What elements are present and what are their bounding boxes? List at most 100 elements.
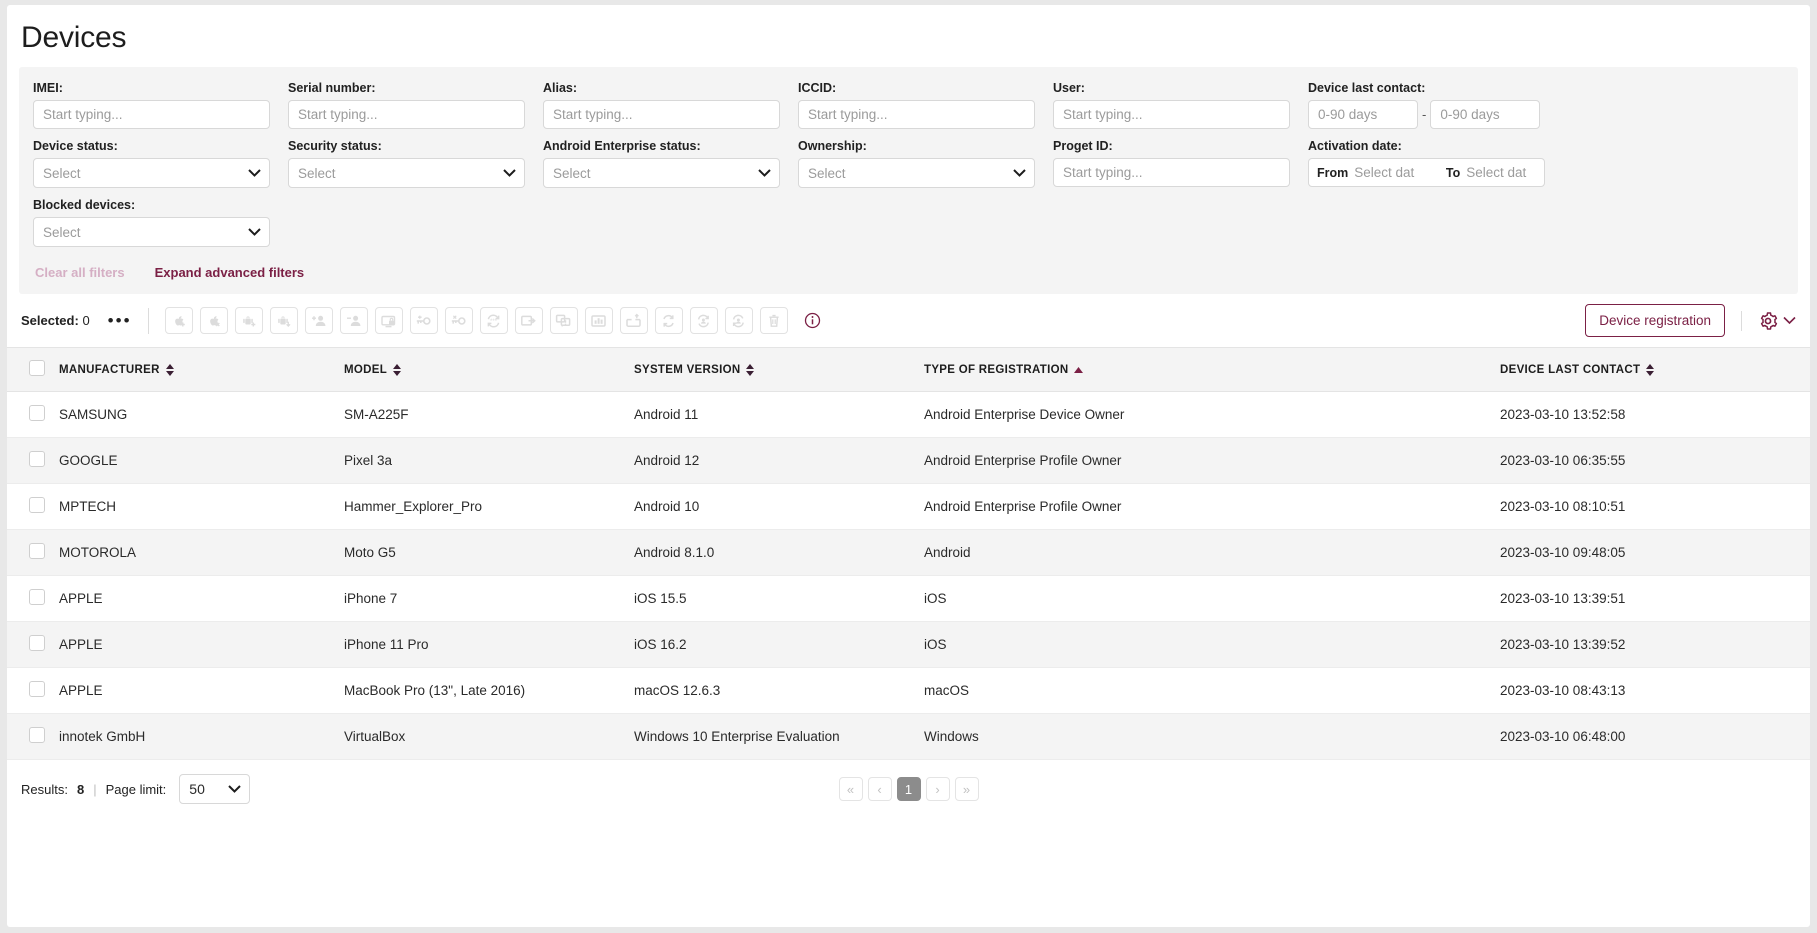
screen-lock-icon-button[interactable] [374, 307, 403, 334]
row-select-cell [7, 437, 59, 484]
header-model-label: MODEL [344, 363, 388, 376]
filter-device-status-label: Device status: [33, 139, 118, 153]
android-enterprise-status-select[interactable]: Select [543, 158, 780, 188]
upload-box-icon-button[interactable] [619, 307, 648, 334]
clear-all-filters-link[interactable]: Clear all filters [35, 265, 125, 280]
table-row[interactable]: MOTOROLA Moto G5 Android 8.1.0 Android 2023-… [7, 529, 1810, 576]
sort-asc-active-icon[interactable] [1074, 366, 1084, 373]
android-add-icon-button[interactable] [234, 307, 263, 334]
filter-alias-label: Alias: [543, 81, 578, 95]
header-model[interactable]: MODEL [344, 347, 634, 392]
iccid-input[interactable] [798, 100, 1035, 129]
user-input[interactable] [1053, 100, 1290, 129]
screen-transfer-icon [521, 315, 536, 326]
row-checkbox[interactable] [29, 589, 45, 605]
sort-desc-icon [165, 370, 174, 376]
filter-serial-number-label: Serial number: [288, 81, 376, 95]
activation-date-from-value[interactable]: Select dat [1354, 165, 1440, 180]
filter-activation-date-label: Activation date: [1308, 139, 1402, 153]
info-icon-button[interactable] [804, 312, 821, 329]
security-status-select[interactable]: Select [288, 158, 525, 188]
device-last-contact-from-input[interactable] [1308, 100, 1418, 129]
apple-remove-icon [209, 315, 220, 326]
cell-type-of-registration: Android Enterprise Profile Owner [924, 483, 1500, 530]
android-add-icon [242, 315, 255, 326]
pagination-next[interactable]: › [925, 777, 950, 801]
cell-manufacturer: GOOGLE [59, 437, 344, 484]
filter-device-status: Device status: Select [33, 139, 270, 188]
page-limit-select[interactable]: 50 [179, 774, 251, 804]
cell-model: Pixel 3a [344, 437, 634, 484]
refresh-user-icon-button[interactable] [689, 307, 718, 334]
android-download-icon-button[interactable] [269, 307, 298, 334]
table-footer: Results: 8 | Page limit: 50 « ‹ 1 › » [7, 760, 1810, 818]
security-status-select-wrap: Select [288, 158, 525, 188]
chart-bar-icon-button[interactable] [584, 307, 613, 334]
blocked-devices-select[interactable]: Select [33, 217, 270, 247]
refresh-device-icon-button[interactable] [724, 307, 753, 334]
sort-arrows-model[interactable] [393, 363, 402, 376]
table-row[interactable]: MPTECH Hammer_Explorer_Pro Android 10 Andro… [7, 483, 1810, 530]
alias-input[interactable] [543, 100, 780, 129]
more-actions-menu[interactable]: ••• [108, 312, 132, 329]
cell-device-last-contact: 2023-03-10 13:39:51 [1500, 575, 1810, 622]
screen-transfer-icon-button[interactable] [514, 307, 543, 334]
row-checkbox[interactable] [29, 727, 45, 743]
sync-icon-button[interactable] [654, 307, 683, 334]
filter-imei: IMEI: [33, 81, 270, 129]
filter-iccid: ICCID: [798, 81, 1035, 129]
password-refresh-icon-button[interactable]: *** [479, 307, 508, 334]
expand-advanced-filters-link[interactable]: Expand advanced filters [155, 265, 305, 280]
activation-date-to-label: To [1445, 165, 1461, 180]
pagination-first[interactable]: « [838, 777, 863, 801]
row-select-cell [7, 575, 59, 622]
apple-remove-icon-button[interactable] [199, 307, 228, 334]
filter-row-2: Device status: Select Security status: S… [33, 139, 1784, 188]
select-all-checkbox[interactable] [29, 360, 45, 376]
device-status-select[interactable]: Select [33, 158, 270, 188]
filter-row-1: IMEI: Serial number: Alias: ICCID: User:… [33, 81, 1784, 129]
device-last-contact-to-input[interactable] [1430, 100, 1541, 129]
sort-arrows-manufacturer[interactable] [165, 363, 174, 376]
row-checkbox[interactable] [29, 497, 45, 513]
activation-date-to-value[interactable]: Select dat [1466, 165, 1536, 180]
header-type-of-registration[interactable]: TYPE OF REGISTRATION [924, 347, 1500, 392]
header-manufacturer[interactable]: MANUFACTURER [59, 347, 344, 392]
pagination-page-1[interactable]: 1 [896, 777, 921, 801]
header-system-version-label: SYSTEM VERSION [634, 363, 741, 376]
sort-arrows-system-version[interactable] [746, 363, 755, 376]
key-remove-icon-button[interactable] [444, 307, 473, 334]
message-alert-icon-button[interactable] [549, 307, 578, 334]
proget-id-input[interactable] [1053, 158, 1290, 187]
row-checkbox[interactable] [29, 543, 45, 559]
sort-arrows-device-last-contact[interactable] [1646, 363, 1655, 376]
key-add-icon-button[interactable] [409, 307, 438, 334]
serial-number-input[interactable] [288, 100, 525, 129]
user-add-icon-button[interactable] [304, 307, 333, 334]
trash-icon-button[interactable] [759, 307, 788, 334]
row-checkbox[interactable] [29, 451, 45, 467]
user-remove-icon-button[interactable] [339, 307, 368, 334]
header-system-version[interactable]: SYSTEM VERSION [634, 347, 924, 392]
apple-add-icon-button[interactable] [164, 307, 193, 334]
pagination-prev[interactable]: ‹ [867, 777, 892, 801]
pagination-last[interactable]: » [954, 777, 979, 801]
settings-menu-button[interactable] [1741, 310, 1796, 331]
header-type-of-registration-label: TYPE OF REGISTRATION [924, 363, 1069, 376]
filter-ownership: Ownership: Select [798, 139, 1035, 188]
ownership-select[interactable]: Select [798, 158, 1035, 188]
activation-date-range[interactable]: From Select dat To Select dat [1308, 158, 1545, 187]
row-checkbox[interactable] [29, 681, 45, 697]
table-row[interactable]: SAMSUNG SM-A225F Android 11 Android Enterpr… [7, 391, 1810, 438]
table-row[interactable]: APPLE iPhone 7 iOS 15.5 iOS 2023-03-10 13:39… [7, 575, 1810, 622]
header-device-last-contact[interactable]: DEVICE LAST CONTACT [1500, 347, 1810, 392]
row-checkbox[interactable] [29, 635, 45, 651]
row-checkbox[interactable] [29, 405, 45, 421]
table-row[interactable]: APPLE iPhone 11 Pro iOS 16.2 iOS 2023-03-10 … [7, 621, 1810, 668]
imei-input[interactable] [33, 100, 270, 129]
table-row[interactable]: innotek GmbH VirtualBox Windows 10 Enterpr… [7, 713, 1810, 760]
cell-device-last-contact: 2023-03-10 09:48:05 [1500, 529, 1810, 576]
table-row[interactable]: APPLE MacBook Pro (13", Late 2016) macOS 1… [7, 667, 1810, 714]
device-registration-button[interactable]: Device registration [1585, 304, 1725, 337]
table-row[interactable]: GOOGLE Pixel 3a Android 12 Android Enterpri… [7, 437, 1810, 484]
